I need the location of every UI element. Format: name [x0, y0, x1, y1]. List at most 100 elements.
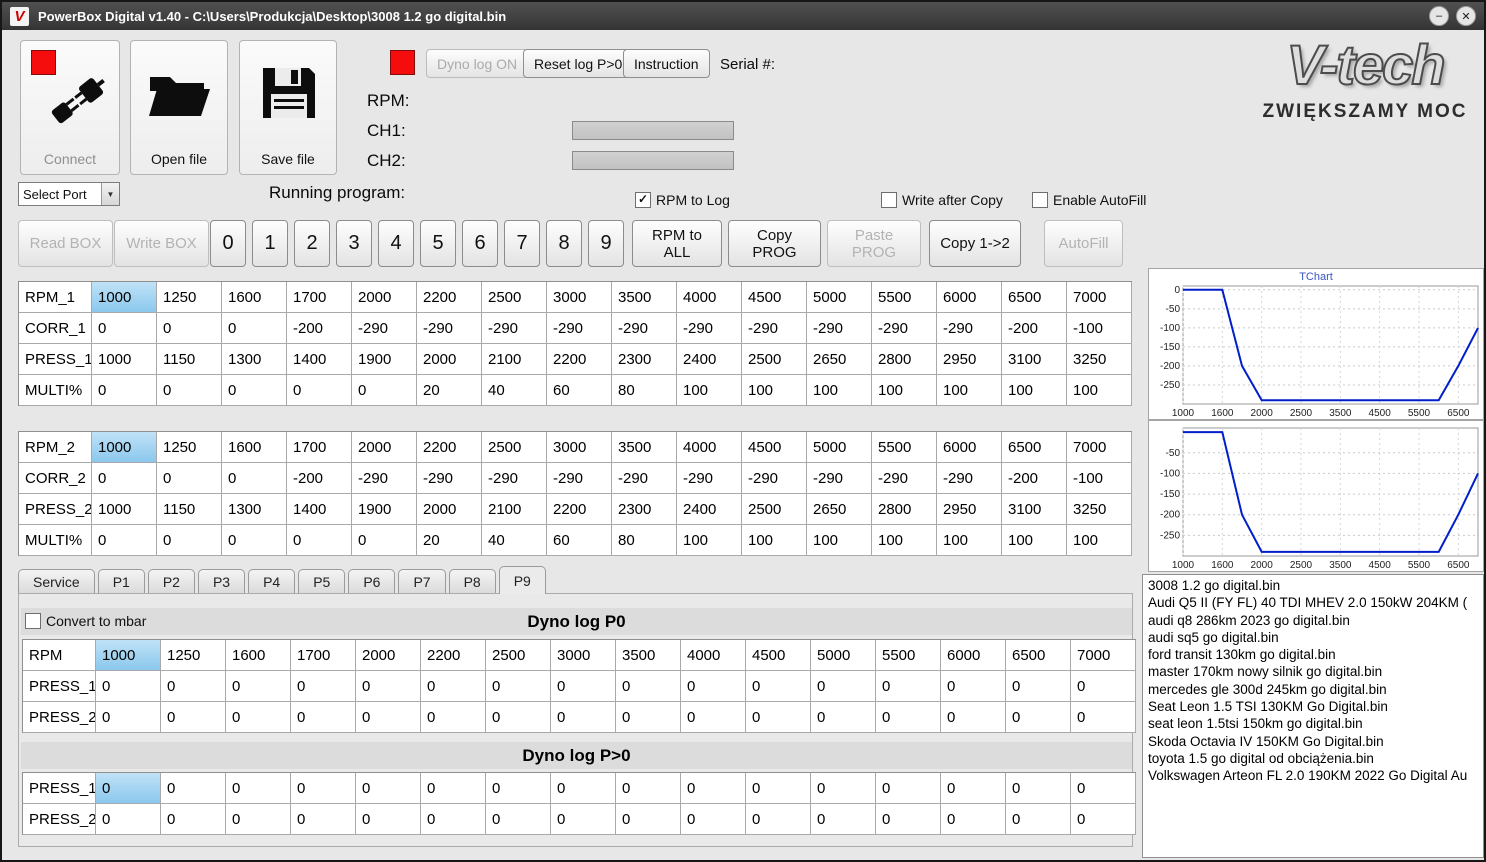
table-cell[interactable]: 0 [92, 375, 157, 406]
table-cell[interactable]: 1250 [157, 432, 222, 463]
convert-to-mbar-checkbox[interactable]: ✓ Convert to mbar [25, 613, 146, 629]
table-cell[interactable]: 1900 [352, 494, 417, 525]
tab-p9[interactable]: P9 [498, 566, 546, 594]
table-cell[interactable]: 0 [1006, 702, 1071, 733]
table-cell[interactable]: 2500 [742, 344, 807, 375]
table-cell[interactable]: 3250 [1067, 494, 1132, 525]
tab-service[interactable]: Service [18, 569, 95, 594]
table-cell[interactable]: 2400 [677, 344, 742, 375]
table-cell[interactable]: -200 [1002, 313, 1067, 344]
table-cell[interactable]: 0 [421, 702, 486, 733]
table-cell[interactable]: 0 [352, 375, 417, 406]
table-cell[interactable]: 2200 [421, 640, 486, 671]
tab-p2[interactable]: P2 [147, 569, 195, 594]
table-cell[interactable]: 1900 [352, 344, 417, 375]
table-cell[interactable]: 5500 [876, 640, 941, 671]
table-cell[interactable]: 6000 [941, 640, 1006, 671]
table-cell[interactable]: 2000 [352, 282, 417, 313]
table-cell[interactable]: 1300 [222, 494, 287, 525]
table-cell[interactable]: 100 [1067, 525, 1132, 556]
table-cell[interactable]: 0 [157, 525, 222, 556]
table-cell[interactable]: 2500 [482, 282, 547, 313]
reset-log-button[interactable]: Reset log P>0 [523, 49, 634, 78]
table-cell[interactable]: 0 [876, 671, 941, 702]
table-cell[interactable]: 0 [161, 804, 226, 835]
table-cell[interactable]: 100 [677, 375, 742, 406]
table-cell[interactable]: 3500 [616, 640, 681, 671]
table-cell[interactable]: 6000 [937, 432, 1002, 463]
digit-button-0[interactable]: 0 [210, 220, 246, 267]
table-cell[interactable]: 0 [92, 463, 157, 494]
table-cell[interactable]: 0 [941, 773, 1006, 804]
table-cell[interactable]: 1700 [291, 640, 356, 671]
table-cell[interactable]: -290 [742, 463, 807, 494]
connect-button[interactable]: Connect [20, 40, 120, 175]
digit-button-8[interactable]: 8 [546, 220, 582, 267]
table-cell[interactable]: 0 [616, 804, 681, 835]
file-list-item[interactable]: seat leon 1.5tsi 150km go digital.bin [1148, 715, 1478, 732]
table-cell[interactable]: -200 [287, 463, 352, 494]
table-cell[interactable]: 0 [356, 804, 421, 835]
table-cell[interactable]: 4500 [746, 640, 811, 671]
table-cell[interactable]: 6000 [937, 282, 1002, 313]
table-cell[interactable]: 0 [291, 702, 356, 733]
table-cell[interactable]: 0 [157, 463, 222, 494]
table-cell[interactable]: 0 [1071, 773, 1136, 804]
table-cell[interactable]: 0 [421, 773, 486, 804]
table-cell[interactable]: 40 [482, 525, 547, 556]
table-cell[interactable]: 3000 [547, 432, 612, 463]
table-cell[interactable]: 0 [161, 671, 226, 702]
table-cell[interactable]: 60 [547, 525, 612, 556]
table-cell[interactable]: 1000 [92, 494, 157, 525]
table-cell[interactable]: 2200 [417, 432, 482, 463]
table-cell[interactable]: 2650 [807, 494, 872, 525]
table-cell[interactable]: 100 [937, 375, 1002, 406]
table-cell[interactable]: 1700 [287, 282, 352, 313]
table-cell[interactable]: -290 [742, 313, 807, 344]
table-cell[interactable]: 0 [421, 671, 486, 702]
table-cell[interactable]: 100 [1002, 375, 1067, 406]
table-cell[interactable]: 1000 [92, 432, 157, 463]
copy-prog-button[interactable]: Copy PROG [728, 220, 821, 267]
table-cell[interactable]: 2800 [872, 344, 937, 375]
tab-p8[interactable]: P8 [448, 569, 496, 594]
table-cell[interactable]: 0 [486, 702, 551, 733]
table-cell[interactable]: 0 [287, 525, 352, 556]
table-cell[interactable]: 0 [222, 463, 287, 494]
table-cell[interactable]: 0 [222, 375, 287, 406]
table-cell[interactable]: 7000 [1067, 282, 1132, 313]
rpm-to-log-checkbox[interactable]: ✓ RPM to Log [635, 192, 730, 208]
table-cell[interactable]: 4000 [677, 432, 742, 463]
table-cell[interactable]: 1250 [157, 282, 222, 313]
table-cell[interactable]: -290 [677, 313, 742, 344]
digit-button-3[interactable]: 3 [336, 220, 372, 267]
digit-button-6[interactable]: 6 [462, 220, 498, 267]
table-cell[interactable]: 40 [482, 375, 547, 406]
table-cell[interactable]: 7000 [1067, 432, 1132, 463]
table-cell[interactable]: 0 [746, 671, 811, 702]
table-cell[interactable]: 5500 [872, 282, 937, 313]
table-cell[interactable]: 100 [742, 375, 807, 406]
table-cell[interactable]: 3100 [1002, 344, 1067, 375]
table-cell[interactable]: 80 [612, 525, 677, 556]
table-cell[interactable]: 1400 [287, 344, 352, 375]
table-cell[interactable]: 0 [96, 671, 161, 702]
table-cell[interactable]: 0 [157, 375, 222, 406]
table-cell[interactable]: 0 [811, 804, 876, 835]
save-file-button[interactable]: Save file [239, 40, 337, 175]
table-cell[interactable]: 0 [226, 804, 291, 835]
table-cell[interactable]: 0 [681, 773, 746, 804]
file-list-item[interactable]: mercedes gle 300d 245km go digital.bin [1148, 681, 1478, 698]
table-cell[interactable]: 0 [551, 804, 616, 835]
table-cell[interactable]: 100 [1067, 375, 1132, 406]
table-cell[interactable]: 0 [486, 804, 551, 835]
table-cell[interactable]: -290 [612, 313, 677, 344]
table-cell[interactable]: 0 [291, 773, 356, 804]
table-cell[interactable]: 0 [226, 702, 291, 733]
table-cell[interactable]: 0 [1071, 671, 1136, 702]
table-cell[interactable]: 0 [811, 702, 876, 733]
table-cell[interactable]: 0 [287, 375, 352, 406]
tab-p7[interactable]: P7 [398, 569, 446, 594]
table-cell[interactable]: 6500 [1002, 432, 1067, 463]
tab-p3[interactable]: P3 [197, 569, 246, 594]
